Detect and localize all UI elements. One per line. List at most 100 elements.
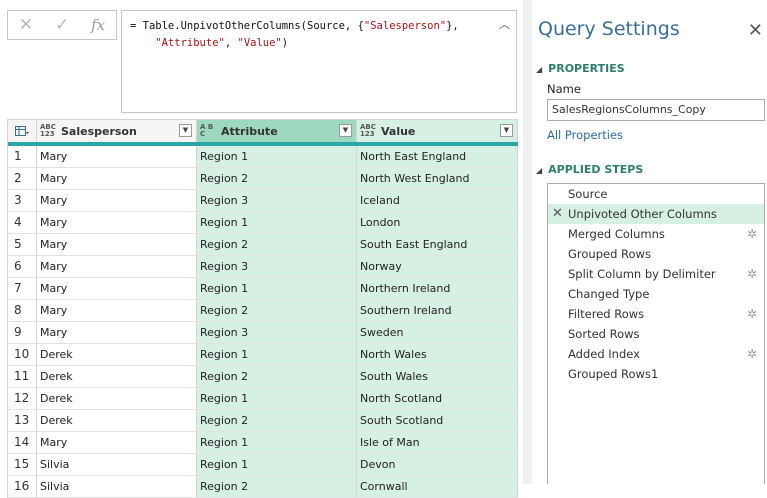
row-number[interactable]: 3 [8,190,37,211]
applied-step[interactable]: Grouped Rows [548,244,764,264]
salesperson-cell[interactable]: Silvia [37,454,197,475]
table-row[interactable]: 10 Derek Region 1 North Wales [8,344,518,366]
applied-steps-heading[interactable]: ◢ APPLIED STEPS [536,163,643,176]
salesperson-cell[interactable]: Mary [37,256,197,277]
attribute-cell[interactable]: Region 1 [197,388,357,409]
row-number[interactable]: 1 [8,146,37,167]
attribute-cell[interactable]: Region 1 [197,278,357,299]
attribute-cell[interactable]: Region 1 [197,454,357,475]
applied-step[interactable]: Grouped Rows1 [548,364,764,384]
row-number[interactable]: 6 [8,256,37,277]
value-cell[interactable]: Iceland [357,190,518,211]
row-number[interactable]: 4 [8,212,37,233]
any-type-icon[interactable]: ABC 123 [40,124,56,138]
table-row[interactable]: 15 Silvia Region 1 Devon [8,454,518,476]
value-cell[interactable]: Cornwall [357,476,518,497]
table-row[interactable]: 16 Silvia Region 2 Cornwall [8,476,518,498]
row-number[interactable]: 11 [8,366,37,387]
salesperson-cell[interactable]: Mary [37,234,197,255]
value-cell[interactable]: North West England [357,168,518,189]
value-cell[interactable]: South East England [357,234,518,255]
table-row[interactable]: 7 Mary Region 1 Northern Ireland [8,278,518,300]
attribute-cell[interactable]: Region 2 [197,366,357,387]
attribute-cell[interactable]: Region 1 [197,146,357,167]
applied-step[interactable]: Merged Columns ✲ [548,224,764,244]
salesperson-cell[interactable]: Mary [37,278,197,299]
any-type-icon[interactable]: ABC 123 [360,124,376,138]
value-cell[interactable]: North Wales [357,344,518,365]
salesperson-cell[interactable]: Derek [37,366,197,387]
row-number[interactable]: 2 [8,168,37,189]
text-type-icon[interactable]: A BC [200,124,216,138]
table-row[interactable]: 14 Mary Region 1 Isle of Man [8,432,518,454]
attribute-cell[interactable]: Region 3 [197,256,357,277]
pane-divider[interactable] [523,0,532,484]
row-number[interactable]: 16 [8,476,37,497]
salesperson-cell[interactable]: Mary [37,168,197,189]
column-header-value[interactable]: ABC 123 Value ▼ [357,120,518,142]
applied-step[interactable]: ✕ Unpivoted Other Columns [548,204,764,224]
attribute-cell[interactable]: Region 2 [197,168,357,189]
value-cell[interactable]: Devon [357,454,518,475]
table-row[interactable]: 9 Mary Region 3 Sweden [8,322,518,344]
applied-step[interactable]: Filtered Rows ✲ [548,304,764,324]
applied-step[interactable]: Split Column by Delimiter ✲ [548,264,764,284]
value-cell[interactable]: Sweden [357,322,518,343]
attribute-cell[interactable]: Region 2 [197,410,357,431]
table-row[interactable]: 4 Mary Region 1 London [8,212,518,234]
salesperson-cell[interactable]: Derek [37,388,197,409]
salesperson-cell[interactable]: Mary [37,300,197,321]
cancel-icon[interactable]: ✕ [19,11,33,39]
applied-step[interactable]: Added Index ✲ [548,344,764,364]
salesperson-cell[interactable]: Mary [37,146,197,167]
table-row[interactable]: 12 Derek Region 1 North Scotland [8,388,518,410]
column-header-attribute[interactable]: A BC Attribute ▼ [197,120,357,142]
applied-step[interactable]: Sorted Rows [548,324,764,344]
commit-icon[interactable]: ✓ [55,11,69,39]
filter-dropdown-icon[interactable]: ▼ [339,124,352,137]
attribute-cell[interactable]: Region 1 [197,344,357,365]
attribute-cell[interactable]: Region 2 [197,300,357,321]
value-cell[interactable]: South Scotland [357,410,518,431]
step-settings-gear-icon[interactable]: ✲ [747,344,757,364]
table-row[interactable]: 5 Mary Region 2 South East England [8,234,518,256]
all-properties-link[interactable]: All Properties [547,128,623,142]
value-cell[interactable]: Isle of Man [357,432,518,453]
query-name-input[interactable]: SalesRegionsColumns_Copy [547,99,765,121]
row-number[interactable]: 10 [8,344,37,365]
table-row[interactable]: 11 Derek Region 2 South Wales [8,366,518,388]
salesperson-cell[interactable]: Mary [37,322,197,343]
row-number[interactable]: 9 [8,322,37,343]
table-menu-icon[interactable] [8,120,37,142]
salesperson-cell[interactable]: Derek [37,344,197,365]
value-cell[interactable]: London [357,212,518,233]
table-row[interactable]: 2 Mary Region 2 North West England [8,168,518,190]
step-settings-gear-icon[interactable]: ✲ [747,224,757,244]
salesperson-cell[interactable]: Silvia [37,476,197,497]
attribute-cell[interactable]: Region 2 [197,476,357,497]
value-cell[interactable]: Norway [357,256,518,277]
salesperson-cell[interactable]: Mary [37,432,197,453]
table-row[interactable]: 13 Derek Region 2 South Scotland [8,410,518,432]
table-row[interactable]: 6 Mary Region 3 Norway [8,256,518,278]
salesperson-cell[interactable]: Mary [37,212,197,233]
filter-dropdown-icon[interactable]: ▼ [179,124,192,137]
salesperson-cell[interactable]: Derek [37,410,197,431]
table-row[interactable]: 1 Mary Region 1 North East England [8,146,518,168]
applied-step[interactable]: Source [548,184,764,204]
salesperson-cell[interactable]: Mary [37,190,197,211]
row-number[interactable]: 5 [8,234,37,255]
value-cell[interactable]: North Scotland [357,388,518,409]
collapse-formula-icon[interactable]: ︿ [499,16,510,33]
table-row[interactable]: 3 Mary Region 3 Iceland [8,190,518,212]
formula-bar-input[interactable]: = Table.UnpivotOtherColumns(Source, {"Sa… [121,10,517,113]
attribute-cell[interactable]: Region 3 [197,322,357,343]
row-number[interactable]: 7 [8,278,37,299]
row-number[interactable]: 8 [8,300,37,321]
fx-icon[interactable]: fx [91,11,105,39]
attribute-cell[interactable]: Region 2 [197,234,357,255]
attribute-cell[interactable]: Region 1 [197,212,357,233]
column-header-salesperson[interactable]: ABC 123 Salesperson ▼ [37,120,197,142]
attribute-cell[interactable]: Region 1 [197,432,357,453]
collapse-triangle-icon[interactable]: ◢ [536,166,542,175]
